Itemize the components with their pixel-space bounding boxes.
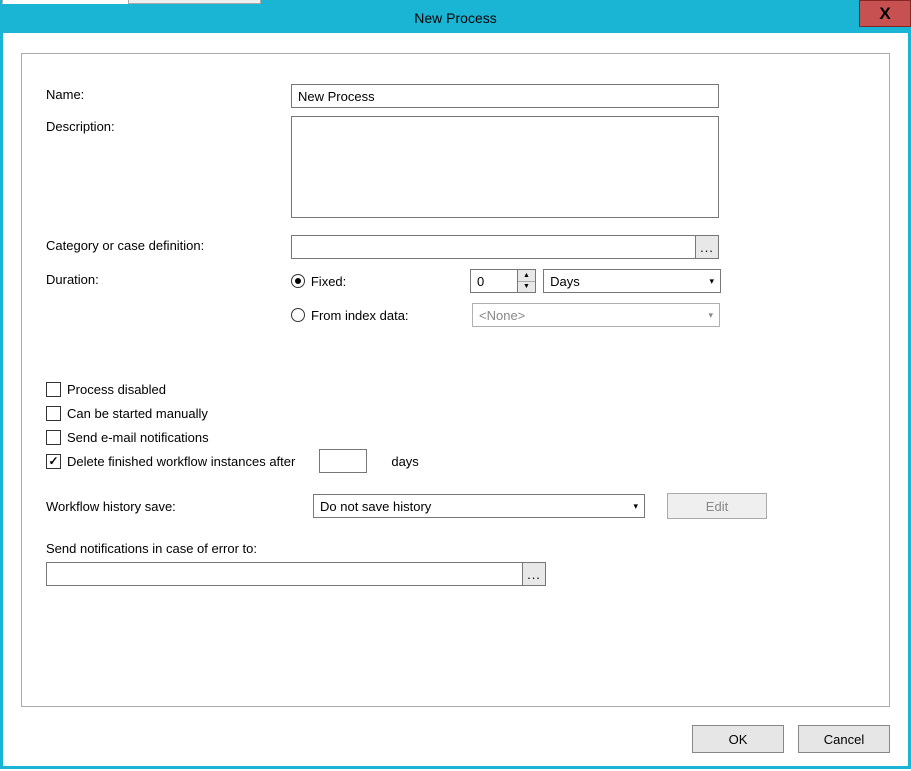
category-browse-button[interactable]: ...	[695, 235, 719, 259]
send-email-checkbox[interactable]	[46, 430, 61, 445]
row-process-disabled: Process disabled	[46, 377, 865, 401]
duration-unit-combo[interactable]: Days ▾	[543, 269, 721, 293]
ellipsis-icon: ...	[700, 240, 714, 255]
tab-label: Process Definition	[13, 0, 118, 1]
duration-fixed-label: Fixed:	[311, 274, 464, 289]
delete-finished-checkbox[interactable]	[46, 454, 61, 469]
new-process-dialog: New Process X Process Definition E-mail …	[0, 0, 911, 769]
window-title: New Process	[414, 10, 496, 26]
delete-finished-label: Delete finished workflow instances after	[67, 454, 295, 469]
error-notif-picker: ...	[46, 562, 546, 586]
delete-finished-days-input[interactable]	[319, 449, 367, 473]
manual-start-checkbox[interactable]	[46, 406, 61, 421]
category-input[interactable]	[291, 235, 696, 259]
duration-fixed-radio[interactable]	[291, 274, 305, 288]
row-name: Name:	[46, 84, 865, 108]
tab-process-definition[interactable]: Process Definition	[2, 0, 129, 4]
duration-index-combo: <None> ▾	[472, 303, 720, 327]
days-label: days	[391, 454, 418, 469]
row-history-save: Workflow history save: Do not save histo…	[46, 493, 865, 519]
chevron-down-icon: ▾	[703, 276, 720, 287]
row-duration-fixed: Duration: Fixed: ▲ ▼	[46, 269, 865, 293]
duration-value-input[interactable]	[470, 269, 518, 293]
duration-index-value: <None>	[479, 308, 525, 323]
row-duration-index: From index data: <None> ▾	[46, 303, 865, 327]
duration-index-label: From index data:	[311, 308, 466, 323]
close-icon: X	[879, 4, 890, 24]
row-category: Category or case definition: ...	[46, 235, 865, 259]
error-notif-input[interactable]	[46, 562, 523, 586]
process-disabled-label: Process disabled	[67, 382, 166, 397]
ok-label: OK	[729, 732, 748, 747]
duration-unit-value: Days	[550, 274, 580, 289]
tab-label: E-mail Notifications	[139, 0, 250, 2]
error-notif-label: Send notifications in case of error to:	[46, 541, 865, 556]
duration-index-radio[interactable]	[291, 308, 305, 322]
error-notif-browse-button[interactable]: ...	[522, 562, 546, 586]
dialog-body: Process Definition E-mail Notifications …	[3, 33, 908, 771]
description-label: Description:	[46, 116, 291, 134]
dialog-buttons: OK Cancel	[21, 725, 890, 753]
name-label: Name:	[46, 84, 291, 102]
duration-label: Duration:	[46, 269, 291, 287]
cancel-button[interactable]: Cancel	[798, 725, 890, 753]
row-description: Description:	[46, 116, 865, 221]
ellipsis-icon: ...	[527, 567, 541, 582]
send-email-label: Send e-mail notifications	[67, 430, 209, 445]
row-can-be-started-manually: Can be started manually	[46, 401, 865, 425]
history-save-combo[interactable]: Do not save history ▾	[313, 494, 645, 518]
duration-value-spinner: ▲ ▼	[470, 269, 537, 293]
tab-strip: Process Definition E-mail Notifications	[2, 0, 260, 4]
description-input[interactable]	[291, 116, 719, 218]
category-label: Category or case definition:	[46, 235, 291, 253]
close-button[interactable]: X	[859, 0, 911, 27]
manual-start-label: Can be started manually	[67, 406, 208, 421]
titlebar: New Process X	[3, 3, 908, 33]
edit-button-label: Edit	[706, 499, 728, 514]
spinner-down-button[interactable]: ▼	[518, 282, 535, 293]
tab-email-notifications[interactable]: E-mail Notifications	[128, 0, 261, 4]
spinner-up-button[interactable]: ▲	[518, 270, 535, 282]
process-disabled-checkbox[interactable]	[46, 382, 61, 397]
ok-button[interactable]: OK	[692, 725, 784, 753]
chevron-down-icon: ▾	[702, 310, 719, 321]
cancel-label: Cancel	[824, 732, 864, 747]
history-label: Workflow history save:	[46, 499, 291, 514]
history-edit-button: Edit	[667, 493, 767, 519]
form-area: Name: Description: Category or case defi…	[22, 54, 889, 602]
tab-panel: Name: Description: Category or case defi…	[21, 53, 890, 707]
chevron-down-icon: ▾	[627, 501, 644, 512]
history-save-value: Do not save history	[320, 499, 431, 514]
checkbox-block: Process disabled Can be started manually…	[46, 377, 865, 473]
row-delete-finished: Delete finished workflow instances after…	[46, 449, 865, 473]
row-send-email-notifications: Send e-mail notifications	[46, 425, 865, 449]
name-input[interactable]	[291, 84, 719, 108]
